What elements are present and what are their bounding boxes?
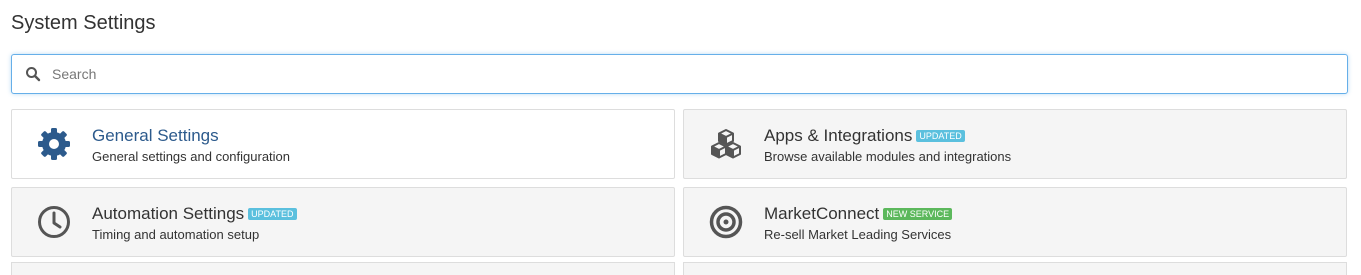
- card-description: Timing and automation setup: [92, 227, 260, 242]
- card-title-text[interactable]: Automation Settings: [92, 204, 244, 223]
- page-title: System Settings: [11, 12, 156, 34]
- updated-badge: UPDATED: [916, 130, 965, 142]
- bullseye-icon: [709, 205, 743, 239]
- search-icon: [26, 67, 41, 82]
- card-description: Browse available modules and integration…: [764, 149, 1012, 164]
- card-description: General settings and configuration: [92, 149, 291, 164]
- card-description: Re-sell Market Leading Services: [764, 227, 952, 242]
- cubes-icon: [711, 129, 741, 159]
- new-service-badge: NEW SERVICE: [883, 208, 953, 220]
- settings-card-apps-integrations[interactable]: Apps & Integrations UPDATED Browse availa…: [683, 109, 1347, 179]
- search-input[interactable]: [52, 55, 1332, 93]
- settings-card-partial[interactable]: [11, 262, 675, 275]
- search-box[interactable]: [11, 54, 1348, 94]
- gear-icon: [38, 128, 70, 160]
- card-title-text[interactable]: MarketConnect: [764, 204, 879, 223]
- updated-badge: UPDATED: [248, 208, 297, 220]
- card-title-text[interactable]: Apps & Integrations: [764, 126, 912, 145]
- card-title[interactable]: Apps & Integrations UPDATED: [764, 126, 965, 146]
- settings-card-automation[interactable]: Automation Settings UPDATED Timing and au…: [11, 187, 675, 257]
- card-title[interactable]: General Settings: [92, 126, 219, 146]
- settings-card-partial[interactable]: [683, 262, 1347, 275]
- clock-icon: [38, 206, 70, 238]
- settings-card-marketconnect[interactable]: MarketConnect NEW SERVICE Re-sell Market …: [683, 187, 1347, 257]
- card-title[interactable]: MarketConnect NEW SERVICE: [764, 204, 953, 224]
- card-title[interactable]: Automation Settings UPDATED: [92, 204, 297, 224]
- settings-card-general[interactable]: General Settings General settings and co…: [11, 109, 675, 179]
- card-title-text[interactable]: General Settings: [92, 126, 219, 145]
